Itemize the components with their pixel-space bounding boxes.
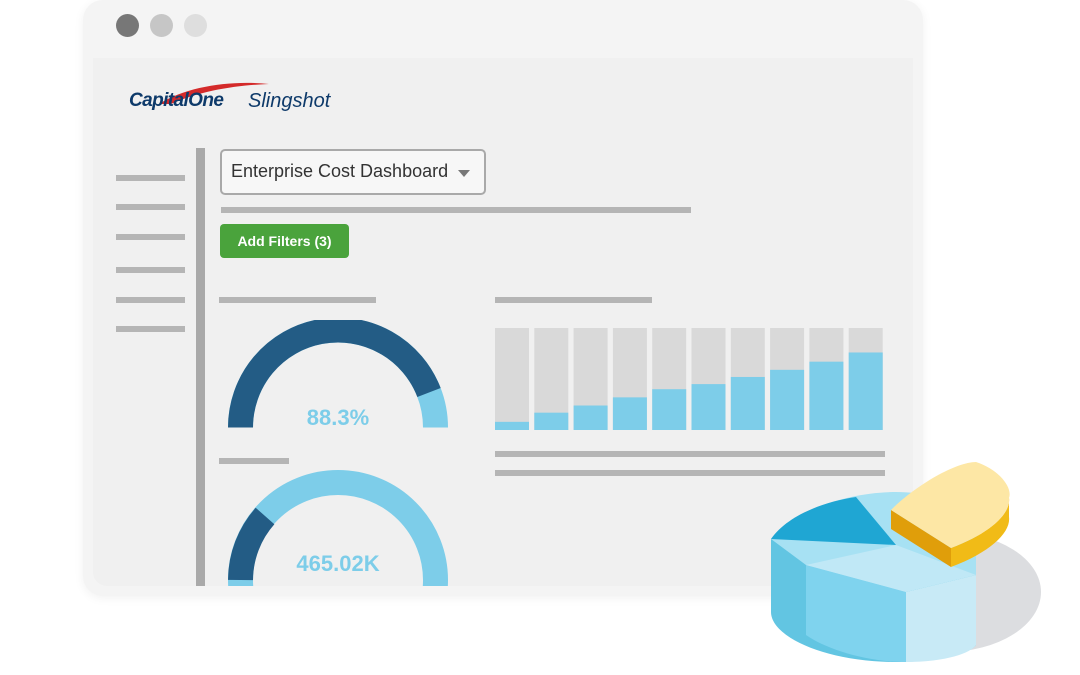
caret-down-icon [458, 170, 470, 177]
bar [495, 421, 529, 430]
bar [770, 369, 805, 430]
bar [691, 384, 726, 430]
bar [809, 361, 844, 430]
bar [534, 412, 569, 430]
bar [848, 352, 883, 430]
dashboard-select-value: Enterprise Cost Dashboard [231, 161, 449, 181]
pie-chart-illustration [771, 462, 1041, 662]
chart-title-placeholder [495, 297, 652, 303]
gauge-2-title-placeholder [219, 458, 289, 464]
bar [652, 389, 687, 430]
subtitle-placeholder [221, 207, 691, 213]
sidebar-item[interactable] [116, 267, 185, 273]
bar-chart [495, 328, 883, 430]
logo-product: Slingshot [248, 90, 331, 112]
dashboard-select[interactable]: Enterprise Cost Dashboard [220, 149, 486, 195]
gauge-title-placeholder [219, 297, 376, 303]
gauge-2-value: 465.02K [296, 551, 380, 576]
sidebar-item[interactable] [116, 175, 185, 181]
window-minimize-button[interactable] [150, 14, 173, 37]
bar [612, 397, 647, 430]
sidebar-divider [196, 148, 205, 586]
bar [573, 405, 608, 430]
add-filters-button[interactable]: Add Filters (3) [220, 224, 349, 258]
bar-track [495, 328, 529, 430]
sidebar-item[interactable] [116, 297, 185, 303]
sidebar-item[interactable] [116, 326, 185, 332]
gauge-1-value: 88.3% [306, 405, 370, 430]
capital-one-slingshot-logo: CapitalOne Slingshot [129, 78, 389, 118]
logo-company: CapitalOne [129, 90, 224, 111]
window-maximize-button[interactable] [184, 14, 207, 37]
window-close-button[interactable] [116, 14, 139, 37]
bar [730, 376, 765, 430]
sidebar-item[interactable] [116, 234, 185, 240]
sidebar-item[interactable] [116, 204, 185, 210]
